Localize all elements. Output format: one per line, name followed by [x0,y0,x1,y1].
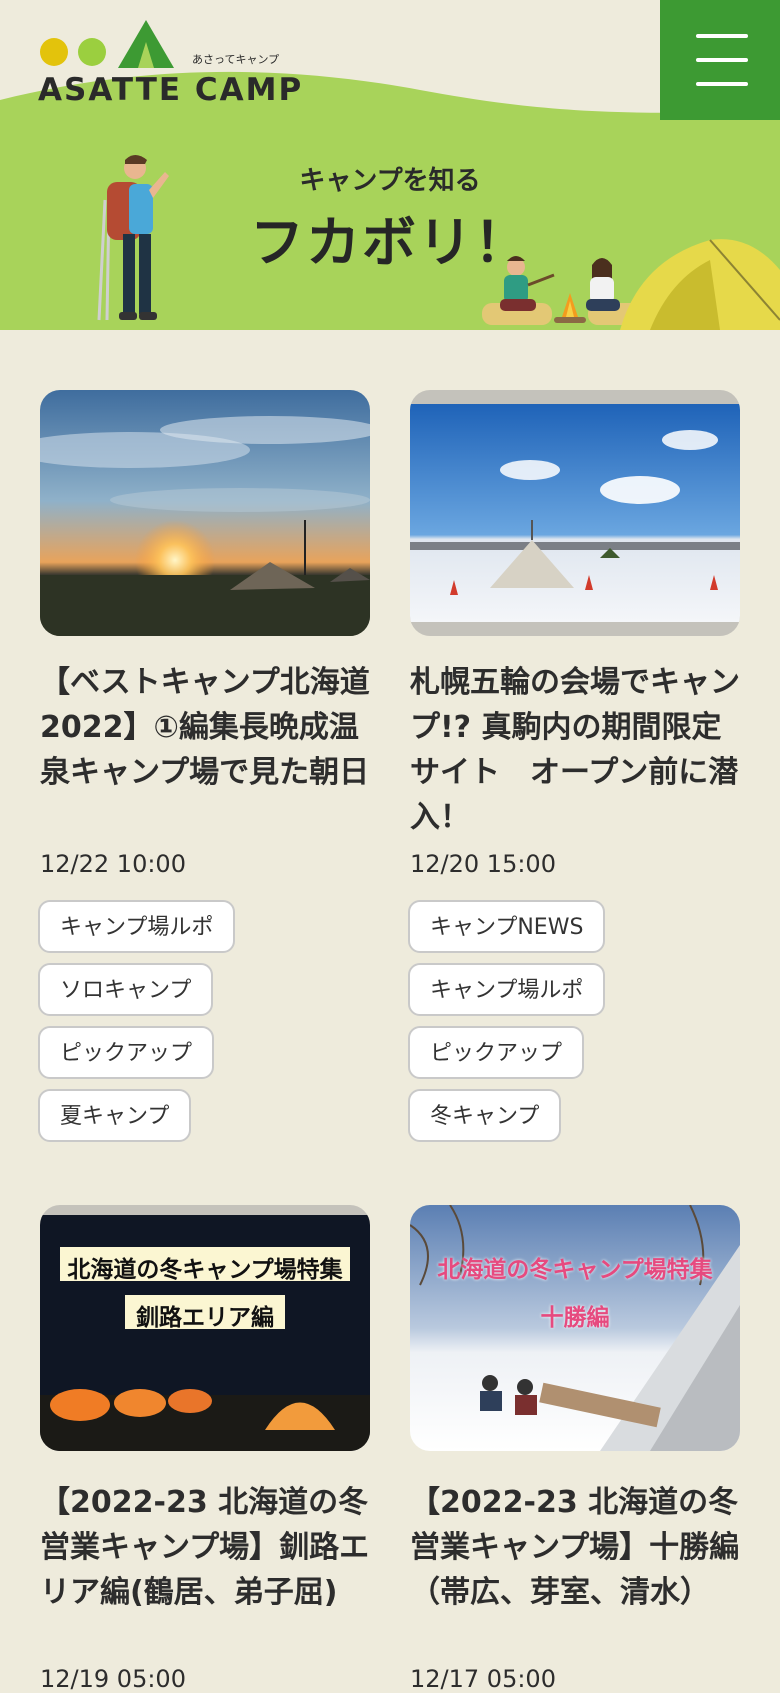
article-date: 12/17 05:00 [410,1665,556,1693]
logo-dot-yellow [40,38,68,66]
site-header: あさってキャンプ ASATTE CAMP キャンプを知る フカボリ！ [0,0,780,330]
tag-chip[interactable]: ピックアップ [408,1026,585,1079]
article-thumbnail[interactable]: 北海道の冬キャンプ場特集 釧路エリア編 [40,1205,370,1451]
tag-chip[interactable]: ピックアップ [38,1026,215,1079]
hiker-illustration [97,155,169,321]
article-title[interactable]: 【ベストキャンプ北海道2022】①編集長晩成温泉キャンプ場で見た朝日 [40,660,376,795]
article-date: 12/19 05:00 [40,1665,186,1693]
article-title[interactable]: 【2022-23 北海道の冬営業キャンプ場】釧路エリア編(鶴居、弟子屈) [40,1480,376,1615]
tag-chip[interactable]: 夏キャンプ [38,1089,192,1142]
thumbnail-caption: 十勝編 [540,1305,610,1331]
site-logo[interactable]: あさってキャンプ ASATTE CAMP [38,18,301,108]
article-date: 12/20 15:00 [410,850,556,878]
tag-chip[interactable]: キャンプ場ルポ [408,963,606,1016]
logo-dot-green [78,38,106,66]
article-title[interactable]: 【2022-23 北海道の冬営業キャンプ場】十勝編（帯広、芽室、清水） [410,1480,746,1615]
snow-campsite-image [410,390,740,636]
thumbnail-caption: 北海道の冬キャンプ場特集 [437,1257,713,1283]
article-thumbnail[interactable]: 北海道の冬キャンプ場特集 十勝編 [410,1205,740,1451]
logo-tent-icon [118,20,174,68]
article-date: 12/22 10:00 [40,850,186,878]
menu-button[interactable] [660,0,780,120]
sunrise-campsite-image [40,390,370,636]
thumbnail-caption: 北海道の冬キャンプ場特集 [67,1257,343,1283]
article-tags: キャンプNEWS キャンプ場ルポ ピックアップ 冬キャンプ [408,900,738,1152]
tent-illustration [620,239,780,330]
tag-chip[interactable]: キャンプ場ルポ [38,900,236,953]
hamburger-icon-line [696,58,748,62]
logo-wordmark: ASATTE CAMP [38,72,304,108]
tag-chip[interactable]: ソロキャンプ [38,963,214,1016]
article-thumbnail[interactable] [40,390,370,636]
logo-subtitle: あさってキャンプ [192,53,280,66]
article-thumbnail[interactable] [410,390,740,636]
article-title[interactable]: 札幌五輪の会場でキャンプ!? 真駒内の期間限定サイト オープン前に潜入！ [410,660,746,840]
tag-chip[interactable]: 冬キャンプ [408,1089,562,1142]
hamburger-icon [696,34,748,38]
thumbnail-caption: 釧路エリア編 [136,1305,274,1331]
tag-chip[interactable]: キャンプNEWS [408,900,606,953]
hamburger-icon-line [696,82,748,86]
article-tags: キャンプ場ルポ ソロキャンプ ピックアップ 夏キャンプ [38,900,368,1152]
